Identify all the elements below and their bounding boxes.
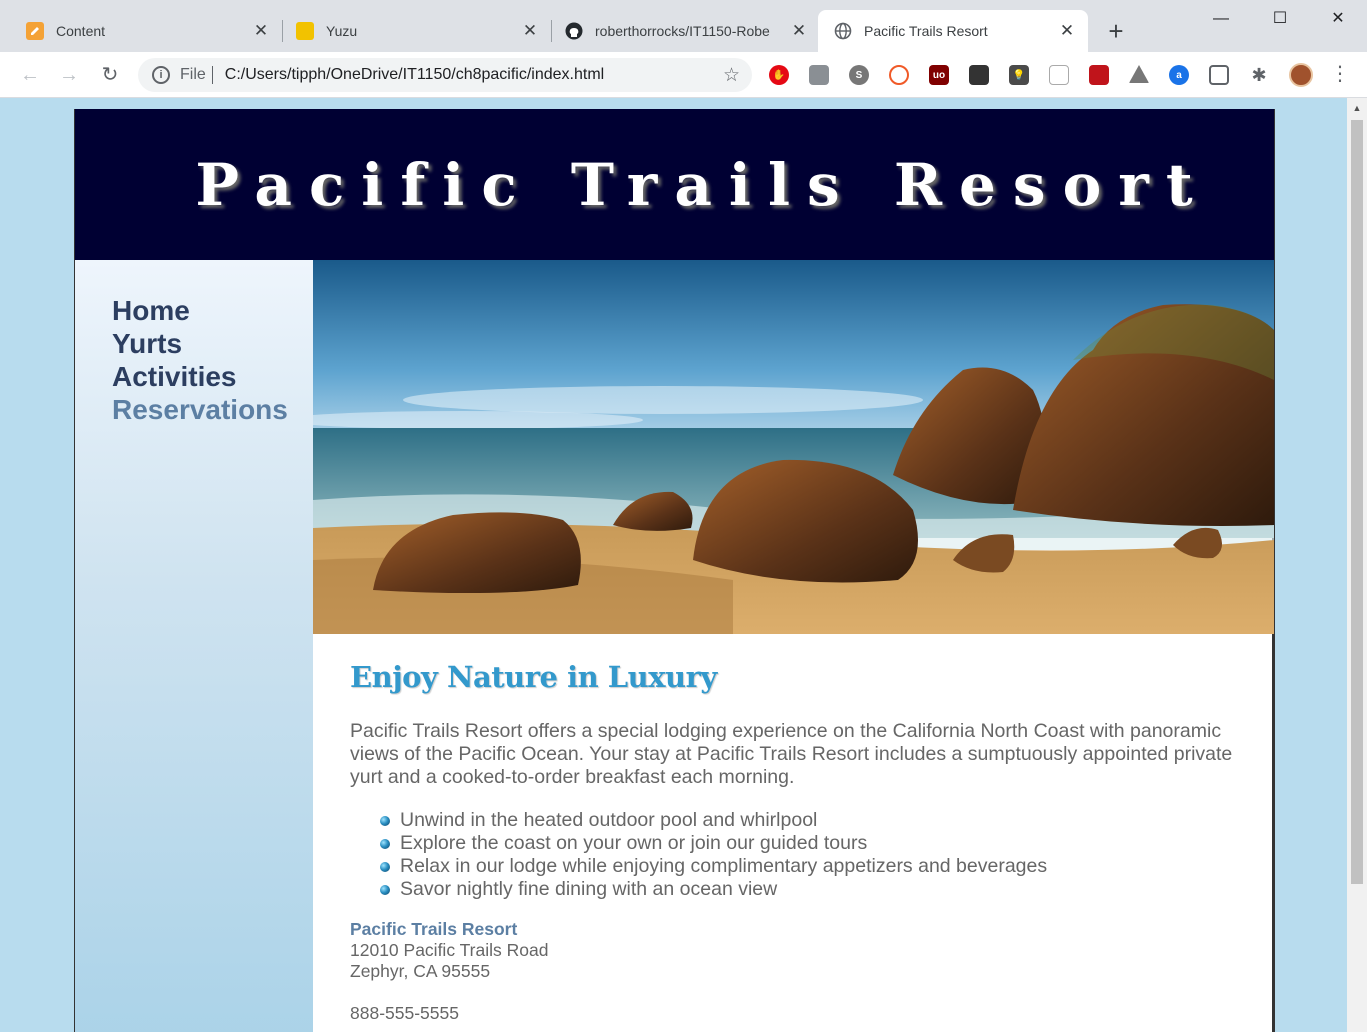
bullet-icon	[380, 885, 390, 895]
contact-city: Zephyr, CA 95555	[350, 961, 491, 981]
puzzle-icon[interactable]: ✱	[1249, 65, 1269, 85]
main-content: Enjoy Nature in Luxury Pacific Trails Re…	[313, 634, 1274, 1024]
extension-icon[interactable]	[889, 65, 909, 85]
back-button[interactable]: ←	[16, 61, 44, 89]
skype-icon[interactable]: S	[849, 65, 869, 85]
feature-text: Unwind in the heated outdoor pool and wh…	[400, 809, 818, 831]
github-icon	[565, 22, 583, 40]
page-heading: Enjoy Nature in Luxury	[350, 660, 717, 694]
feature-text: Savor nightly fine dining with an ocean …	[400, 878, 778, 900]
tab-title: Pacific Trails Resort	[864, 23, 988, 39]
site-header: Pacific Trails Resort	[75, 109, 1274, 260]
bookmark-star-icon[interactable]: ☆	[723, 64, 740, 87]
shield-icon[interactable]	[1089, 65, 1109, 85]
maximize-button[interactable]: ☐	[1257, 6, 1303, 32]
bullet-icon	[380, 816, 390, 826]
tab-title: Content	[56, 23, 106, 39]
adblock-icon[interactable]: ✋	[769, 65, 789, 85]
contact-block: Pacific Trails Resort 12010 Pacific Trai…	[350, 919, 1244, 1024]
reload-button[interactable]: ↻	[96, 61, 124, 89]
drive-icon[interactable]	[1129, 65, 1149, 83]
feature-list: Unwind in the heated outdoor pool and wh…	[380, 809, 1244, 901]
address-bar[interactable]: i File C:/Users/tipph/OneDrive/IT1150/ch…	[138, 58, 752, 92]
contact-phone: 888-555-5555	[350, 1003, 459, 1023]
list-item: Unwind in the heated outdoor pool and wh…	[380, 809, 1244, 832]
scheme-label: File	[180, 66, 206, 83]
scroll-thumb[interactable]	[1351, 120, 1363, 884]
close-icon[interactable]: ✕	[790, 22, 808, 40]
nav-link-yurts[interactable]: Yurts	[112, 327, 313, 360]
tab-pacific-trails[interactable]: Pacific Trails Resort ✕	[818, 10, 1088, 52]
menu-dots-icon[interactable]: ⋮	[1330, 63, 1350, 87]
page-viewport: Pacific Trails Resort Home Yurts Activit…	[0, 98, 1347, 1032]
info-icon[interactable]: i	[152, 66, 170, 84]
site-nav: Home Yurts Activities Reservations	[75, 260, 313, 1032]
tab-strip: Content ✕ Yuzu ✕ roberthorrocks/IT1150-R…	[0, 0, 1367, 52]
tab-github[interactable]: roberthorrocks/IT1150-Robe ✕	[539, 10, 820, 52]
list-item: Savor nightly fine dining with an ocean …	[380, 878, 1244, 901]
nav-link-activities[interactable]: Activities	[112, 360, 313, 393]
cast-icon[interactable]	[1209, 65, 1229, 85]
amazon-assistant-icon[interactable]: a	[1169, 65, 1189, 85]
ublock-icon[interactable]: uo	[929, 65, 949, 85]
office-icon[interactable]	[809, 65, 829, 85]
minimize-button[interactable]: —	[1198, 6, 1244, 32]
list-item: Relax in our lodge while enjoying compli…	[380, 855, 1244, 878]
window-close-button[interactable]: ✕	[1315, 6, 1361, 32]
close-icon[interactable]: ✕	[252, 22, 270, 40]
intro-paragraph: Pacific Trails Resort offers a special l…	[350, 720, 1233, 788]
tab-title: roberthorrocks/IT1150-Robe	[595, 23, 770, 39]
hero-image	[313, 260, 1274, 634]
beach-rocks-ocean-image	[313, 260, 1274, 634]
kindle-icon[interactable]	[969, 65, 989, 85]
close-icon[interactable]: ✕	[521, 22, 539, 40]
vertical-scrollbar[interactable]: ▲	[1347, 98, 1367, 1032]
tab-content[interactable]: Content ✕	[0, 10, 282, 52]
contact-street: 12010 Pacific Trails Road	[350, 940, 549, 960]
globe-icon	[834, 22, 852, 40]
bullet-icon	[380, 862, 390, 872]
nav-link-home[interactable]: Home	[112, 294, 313, 327]
list-item: Explore the coast on your own or join ou…	[380, 832, 1244, 855]
pencil-icon	[26, 22, 44, 40]
yuzu-icon	[296, 22, 314, 40]
site-title: Pacific Trails Resort	[195, 150, 1210, 219]
bullet-icon	[380, 839, 390, 849]
tab-title: Yuzu	[326, 23, 358, 39]
close-icon[interactable]: ✕	[1058, 22, 1076, 40]
pocket-icon[interactable]	[1049, 65, 1069, 85]
address-divider	[211, 66, 213, 84]
url-text[interactable]: C:/Users/tipph/OneDrive/IT1150/ch8pacifi…	[225, 66, 723, 84]
forward-button[interactable]: →	[55, 61, 83, 89]
browser-toolbar: ← → ↻ i File C:/Users/tipph/OneDrive/IT1…	[0, 52, 1367, 98]
page-wrapper: Pacific Trails Resort Home Yurts Activit…	[74, 109, 1275, 1032]
lightbulb-icon[interactable]: 💡	[1009, 65, 1029, 85]
feature-text: Relax in our lodge while enjoying compli…	[400, 855, 1048, 877]
new-tab-button[interactable]: +	[1102, 18, 1130, 46]
feature-text: Explore the coast on your own or join ou…	[400, 832, 868, 854]
nav-link-reservations[interactable]: Reservations	[112, 393, 313, 426]
contact-org: Pacific Trails Resort	[350, 919, 518, 939]
avatar[interactable]	[1289, 63, 1313, 87]
scroll-up-arrow-icon[interactable]: ▲	[1347, 100, 1367, 116]
tab-yuzu[interactable]: Yuzu ✕	[270, 10, 551, 52]
